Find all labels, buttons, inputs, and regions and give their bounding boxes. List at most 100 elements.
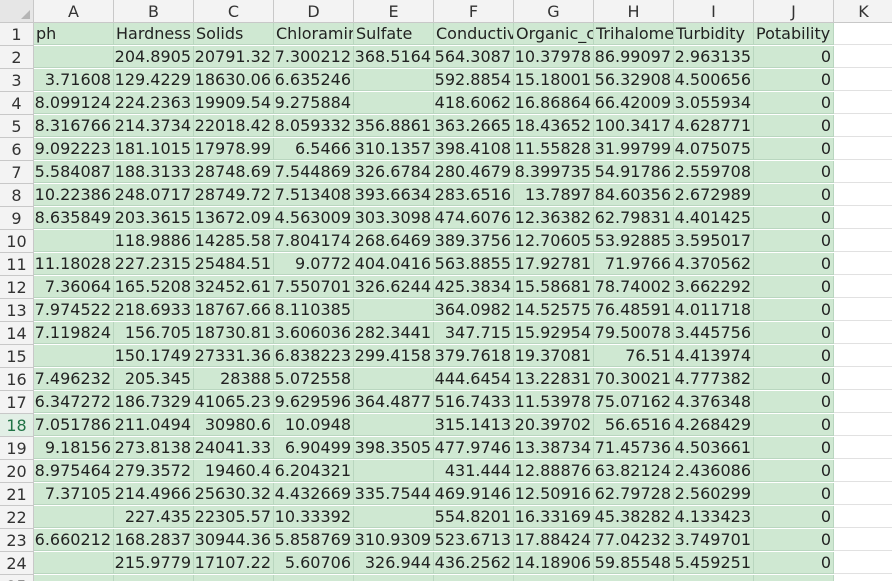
row-header[interactable]: 14 — [0, 322, 34, 345]
cell-d4[interactable]: 9.275884 — [274, 92, 354, 114]
cell-g19[interactable]: 13.38734 — [514, 437, 594, 459]
cell-a7[interactable]: 5.584087 — [34, 161, 114, 183]
cell-f20[interactable]: 431.444 — [434, 460, 514, 482]
cell-i14[interactable]: 3.445756 — [674, 322, 754, 344]
cell-b16[interactable]: 205.345 — [114, 368, 194, 390]
row-header[interactable]: 23 — [0, 529, 34, 552]
cell-d18[interactable]: 10.0948 — [274, 414, 354, 436]
cell-c24[interactable]: 17107.22 — [194, 552, 274, 574]
cell-h25[interactable] — [594, 575, 674, 581]
cell-c17[interactable]: 41065.23 — [194, 391, 274, 413]
cell-k2[interactable] — [834, 46, 892, 68]
cell-j21[interactable]: 0 — [754, 483, 834, 505]
cell-f3[interactable]: 592.8854 — [434, 69, 514, 91]
cell-j11[interactable]: 0 — [754, 253, 834, 275]
cell-h4[interactable]: 66.42009 — [594, 92, 674, 114]
cell-a10[interactable] — [34, 230, 114, 252]
cell-d11[interactable]: 9.0772 — [274, 253, 354, 275]
row-header[interactable]: 4 — [0, 92, 34, 115]
cell-i12[interactable]: 3.662292 — [674, 276, 754, 298]
row-header[interactable]: 6 — [0, 138, 34, 161]
cell-i8[interactable]: 2.672989 — [674, 184, 754, 206]
cell-f9[interactable]: 474.6076 — [434, 207, 514, 229]
cell-k7[interactable] — [834, 161, 892, 183]
row-header[interactable]: 3 — [0, 69, 34, 92]
row-header[interactable]: 8 — [0, 184, 34, 207]
cell-c25[interactable] — [194, 575, 274, 581]
cell-i23[interactable]: 3.749701 — [674, 529, 754, 551]
row-header[interactable]: 5 — [0, 115, 34, 138]
cell-i4[interactable]: 3.055934 — [674, 92, 754, 114]
cell-h17[interactable]: 75.07162 — [594, 391, 674, 413]
cell-f8[interactable]: 283.6516 — [434, 184, 514, 206]
cell-e6[interactable]: 310.1357 — [354, 138, 434, 160]
cell-c3[interactable]: 18630.06 — [194, 69, 274, 91]
cell-d13[interactable]: 8.110385 — [274, 299, 354, 321]
cell-g22[interactable]: 16.33169 — [514, 506, 594, 528]
cell-b23[interactable]: 168.2837 — [114, 529, 194, 551]
cell-i15[interactable]: 4.413974 — [674, 345, 754, 367]
cell-c14[interactable]: 18730.81 — [194, 322, 274, 344]
cell-e20[interactable] — [354, 460, 434, 482]
cell-d24[interactable]: 5.60706 — [274, 552, 354, 574]
cell-a4[interactable]: 8.099124 — [34, 92, 114, 114]
cell-j3[interactable]: 0 — [754, 69, 834, 91]
cell-e11[interactable]: 404.0416 — [354, 253, 434, 275]
cell-b12[interactable]: 165.5208 — [114, 276, 194, 298]
cell-a25[interactable] — [34, 575, 114, 581]
cell-b13[interactable]: 218.6933 — [114, 299, 194, 321]
cell-i11[interactable]: 4.370562 — [674, 253, 754, 275]
cell-i6[interactable]: 4.075075 — [674, 138, 754, 160]
cell-j1[interactable]: Potability — [754, 23, 834, 45]
cell-h2[interactable]: 86.99097 — [594, 46, 674, 68]
cell-f25[interactable] — [434, 575, 514, 581]
cell-i16[interactable]: 4.777382 — [674, 368, 754, 390]
cell-b5[interactable]: 214.3734 — [114, 115, 194, 137]
cell-f14[interactable]: 347.715 — [434, 322, 514, 344]
cell-a5[interactable]: 8.316766 — [34, 115, 114, 137]
cell-c20[interactable]: 19460.4 — [194, 460, 274, 482]
cell-f23[interactable]: 523.6713 — [434, 529, 514, 551]
cell-e8[interactable]: 393.6634 — [354, 184, 434, 206]
cell-h18[interactable]: 56.6516 — [594, 414, 674, 436]
row-header[interactable]: 11 — [0, 253, 34, 276]
column-header-g[interactable]: G — [514, 0, 594, 23]
cell-a12[interactable]: 7.36064 — [34, 276, 114, 298]
cell-f24[interactable]: 436.2562 — [434, 552, 514, 574]
cell-k1[interactable] — [834, 23, 892, 45]
cell-i1[interactable]: Turbidity — [674, 23, 754, 45]
cell-j6[interactable]: 0 — [754, 138, 834, 160]
cell-d12[interactable]: 7.550701 — [274, 276, 354, 298]
cell-j15[interactable]: 0 — [754, 345, 834, 367]
cell-k23[interactable] — [834, 529, 892, 551]
row-header[interactable]: 22 — [0, 506, 34, 529]
row-header[interactable]: 16 — [0, 368, 34, 391]
cell-k10[interactable] — [834, 230, 892, 252]
cell-d15[interactable]: 6.838223 — [274, 345, 354, 367]
cell-g17[interactable]: 11.53978 — [514, 391, 594, 413]
cell-f22[interactable]: 554.8201 — [434, 506, 514, 528]
cell-i10[interactable]: 3.595017 — [674, 230, 754, 252]
cell-f7[interactable]: 280.4679 — [434, 161, 514, 183]
cell-h1[interactable]: Trihalome — [594, 23, 674, 45]
cell-e7[interactable]: 326.6784 — [354, 161, 434, 183]
cell-c12[interactable]: 32452.61 — [194, 276, 274, 298]
cell-b25[interactable] — [114, 575, 194, 581]
cell-k24[interactable] — [834, 552, 892, 574]
cell-j24[interactable]: 0 — [754, 552, 834, 574]
cell-a20[interactable]: 8.975464 — [34, 460, 114, 482]
row-header[interactable]: 17 — [0, 391, 34, 414]
cell-i9[interactable]: 4.401425 — [674, 207, 754, 229]
cell-k5[interactable] — [834, 115, 892, 137]
cell-j9[interactable]: 0 — [754, 207, 834, 229]
cell-f15[interactable]: 379.7618 — [434, 345, 514, 367]
cell-c10[interactable]: 14285.58 — [194, 230, 274, 252]
cell-j19[interactable]: 0 — [754, 437, 834, 459]
cell-b17[interactable]: 186.7329 — [114, 391, 194, 413]
cell-d23[interactable]: 5.858769 — [274, 529, 354, 551]
cell-g5[interactable]: 18.43652 — [514, 115, 594, 137]
cell-i7[interactable]: 2.559708 — [674, 161, 754, 183]
cell-b20[interactable]: 279.3572 — [114, 460, 194, 482]
cell-c13[interactable]: 18767.66 — [194, 299, 274, 321]
cell-b24[interactable]: 215.9779 — [114, 552, 194, 574]
